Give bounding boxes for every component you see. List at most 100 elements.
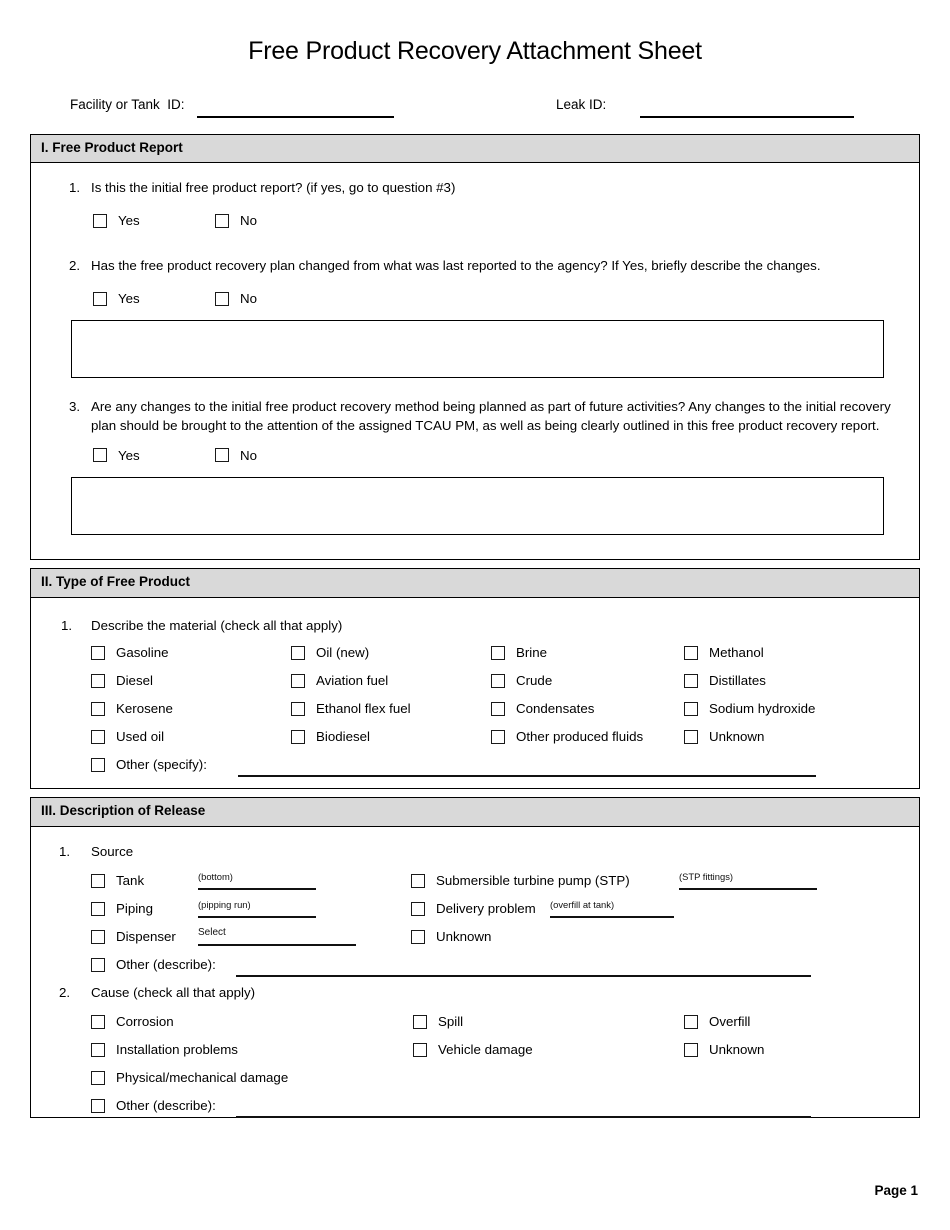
- material-option-label: Methanol: [709, 645, 764, 661]
- cause-option-unknown[interactable]: Unknown: [684, 1042, 764, 1057]
- checkbox-icon[interactable]: [291, 673, 305, 688]
- source-delivery-input[interactable]: [550, 916, 674, 919]
- cause-option-overfill[interactable]: Overfill: [684, 1014, 750, 1029]
- material-option-kerosene[interactable]: Kerosene: [91, 701, 173, 716]
- checkbox-icon[interactable]: [93, 213, 107, 228]
- leak-id-input[interactable]: [640, 115, 854, 118]
- cause-other-input[interactable]: [236, 1116, 811, 1119]
- checkbox-icon[interactable]: [413, 1042, 427, 1057]
- question-1-yes-option[interactable]: Yes: [93, 213, 215, 228]
- material-option-other-produced-fluids[interactable]: Other produced fluids: [491, 729, 643, 744]
- checkbox-icon[interactable]: [91, 873, 105, 888]
- checkbox-icon[interactable]: [491, 673, 505, 688]
- cause-other-label: Other (describe):: [116, 1098, 216, 1114]
- material-option-unknown[interactable]: Unknown: [684, 729, 764, 744]
- source-option-delivery-problem[interactable]: Delivery problem: [411, 901, 536, 916]
- source-option-label: Delivery problem: [436, 901, 536, 917]
- facility-id-label: Facility or Tank ID:: [70, 96, 185, 112]
- checkbox-icon[interactable]: [215, 291, 229, 306]
- checkbox-icon[interactable]: [91, 729, 105, 744]
- material-option-label: Crude: [516, 673, 553, 689]
- checkbox-icon[interactable]: [91, 957, 105, 972]
- cause-option-vehicle-damage[interactable]: Vehicle damage: [413, 1042, 533, 1057]
- material-option-biodiesel[interactable]: Biodiesel: [291, 729, 370, 744]
- question-3-yes-option[interactable]: Yes: [93, 448, 215, 463]
- question-2-comment-box[interactable]: [71, 320, 884, 379]
- cause-option-installation-problems[interactable]: Installation problems: [91, 1042, 238, 1057]
- question-3-comment-box[interactable]: [71, 476, 884, 535]
- checkbox-icon[interactable]: [491, 645, 505, 660]
- checkbox-icon[interactable]: [91, 1014, 105, 1029]
- checkbox-icon[interactable]: [291, 645, 305, 660]
- question-3-answers: Yes No: [31, 448, 919, 463]
- checkbox-icon[interactable]: [93, 448, 107, 463]
- cause-option-corrosion[interactable]: Corrosion: [91, 1014, 174, 1029]
- checkbox-icon[interactable]: [91, 929, 105, 944]
- material-option-methanol[interactable]: Methanol: [684, 645, 764, 660]
- source-option-label: Tank: [116, 873, 145, 889]
- source-tank-input[interactable]: [198, 888, 316, 891]
- source-option-stp[interactable]: Submersible turbine pump (STP): [411, 873, 630, 888]
- checkbox-icon[interactable]: [215, 448, 229, 463]
- checkbox-icon[interactable]: [684, 701, 698, 716]
- material-option-label: Diesel: [116, 673, 153, 689]
- material-option-distillates[interactable]: Distillates: [684, 673, 766, 688]
- source-other-input[interactable]: [236, 975, 811, 978]
- checkbox-icon[interactable]: [91, 1098, 105, 1113]
- checkbox-icon[interactable]: [491, 729, 505, 744]
- checkbox-icon[interactable]: [91, 1070, 105, 1085]
- checkbox-icon[interactable]: [291, 701, 305, 716]
- checkbox-icon[interactable]: [215, 213, 229, 228]
- material-option-ethanol-flex-fuel[interactable]: Ethanol flex fuel: [291, 701, 411, 716]
- cause-prompt-row: 2. Cause (check all that apply): [31, 979, 919, 1000]
- checkbox-icon[interactable]: [91, 645, 105, 660]
- material-option-diesel[interactable]: Diesel: [91, 673, 153, 688]
- source-option-piping[interactable]: Piping: [91, 901, 153, 916]
- source-option-tank[interactable]: Tank: [91, 873, 144, 888]
- source-option-unknown[interactable]: Unknown: [411, 929, 491, 944]
- checkbox-icon[interactable]: [91, 701, 105, 716]
- leak-id-label: Leak ID:: [556, 96, 607, 112]
- material-other-input[interactable]: [238, 775, 816, 778]
- cause-option-physical-mechanical-damage[interactable]: Physical/mechanical damage: [91, 1070, 288, 1085]
- checkbox-icon[interactable]: [411, 873, 425, 888]
- checkbox-icon[interactable]: [93, 291, 107, 306]
- question-2-no-option[interactable]: No: [215, 291, 257, 306]
- cause-option-spill[interactable]: Spill: [413, 1014, 463, 1029]
- section-3-heading: III. Description of Release: [31, 798, 919, 828]
- checkbox-icon[interactable]: [684, 1014, 698, 1029]
- checkbox-icon[interactable]: [684, 729, 698, 744]
- source-stp-input[interactable]: [679, 888, 817, 891]
- cause-option-other[interactable]: Other (describe):: [91, 1098, 216, 1113]
- checkbox-icon[interactable]: [91, 757, 105, 772]
- source-piping-input[interactable]: [198, 916, 316, 919]
- facility-id-input[interactable]: [197, 115, 394, 118]
- question-3-no-option[interactable]: No: [215, 448, 257, 463]
- material-option-aviation-fuel[interactable]: Aviation fuel: [291, 673, 388, 688]
- checkbox-icon[interactable]: [91, 1042, 105, 1057]
- checkbox-icon[interactable]: [413, 1014, 427, 1029]
- source-option-dispenser[interactable]: Dispenser: [91, 929, 176, 944]
- checkbox-icon[interactable]: [91, 673, 105, 688]
- source-option-other[interactable]: Other (describe):: [91, 957, 216, 972]
- question-2-number: 2.: [69, 258, 81, 274]
- source-dispenser-input[interactable]: [198, 944, 356, 947]
- question-2-yes-option[interactable]: Yes: [93, 291, 215, 306]
- checkbox-icon[interactable]: [684, 645, 698, 660]
- checkbox-icon[interactable]: [91, 901, 105, 916]
- material-option-crude[interactable]: Crude: [491, 673, 552, 688]
- checkbox-icon[interactable]: [684, 1042, 698, 1057]
- material-option-sodium-hydroxide[interactable]: Sodium hydroxide: [684, 701, 815, 716]
- checkbox-icon[interactable]: [411, 929, 425, 944]
- material-option-other[interactable]: Other (specify):: [91, 757, 207, 772]
- checkbox-icon[interactable]: [684, 673, 698, 688]
- material-option-gasoline[interactable]: Gasoline: [91, 645, 168, 660]
- checkbox-icon[interactable]: [291, 729, 305, 744]
- material-option-used-oil[interactable]: Used oil: [91, 729, 164, 744]
- material-option-brine[interactable]: Brine: [491, 645, 547, 660]
- material-option-condensates[interactable]: Condensates: [491, 701, 594, 716]
- material-option-oil-new[interactable]: Oil (new): [291, 645, 369, 660]
- checkbox-icon[interactable]: [491, 701, 505, 716]
- question-1-no-option[interactable]: No: [215, 213, 257, 228]
- checkbox-icon[interactable]: [411, 901, 425, 916]
